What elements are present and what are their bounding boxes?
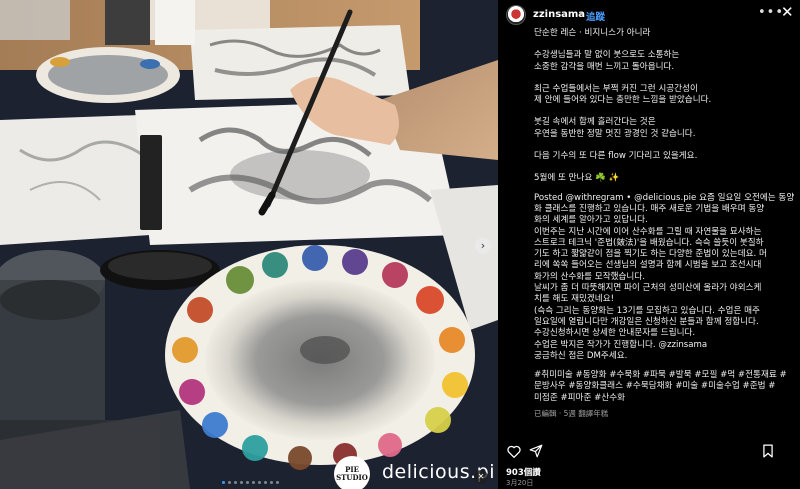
post-header: zzinsama • 追蹤 ••• ✕ bbox=[498, 0, 800, 30]
hashtag-line: 미점준 #피마준 #산수화 bbox=[534, 392, 626, 403]
watermark-logo: PIE STUDIO bbox=[334, 456, 370, 489]
description-line: (슥슥 그리는 동양화는 13기를 모집하고 있습니다. 수업은 매주 bbox=[534, 305, 760, 316]
carousel-dot bbox=[264, 481, 267, 484]
caption-line: 최근 수업들에서는 부쩍 커진 그런 시공간성이 bbox=[534, 83, 698, 94]
caption-line: 5월에 또 만나요 ☘️ ✨ bbox=[534, 173, 620, 184]
hashtags[interactable]: #취미미술 #동양화 #수묵화 #파묵 #발묵 #모필 #먹 #전통재료 # 문방… bbox=[534, 370, 796, 404]
post-meta: 已編輯 · 5週 翻譯年糕 bbox=[534, 409, 609, 419]
post-media[interactable]: › PIE STUDIO delicious.pi ✕ bbox=[0, 0, 498, 489]
caption-line bbox=[534, 39, 796, 50]
description-line: 기도 하고 짧얇같이 점을 찍기도 하는 다양한 준법이 있는데요. 머 bbox=[534, 249, 767, 260]
description-line: Posted @withregram • @delicious.pie 요즘 일… bbox=[534, 192, 795, 203]
heart-icon[interactable] bbox=[506, 443, 522, 459]
description-line: 화의 세계를 알아가고 있답니다. bbox=[534, 215, 648, 226]
avatar[interactable] bbox=[506, 5, 526, 25]
description-line: 화 클래스를 진행하고 있습니다. 매주 새로운 기법을 배우며 동양 bbox=[534, 203, 765, 214]
carousel-dot bbox=[246, 481, 249, 484]
description-line: 날씨가 좀 더 따뜻해지면 파이 근처의 성미산에 올라가 야외스케 bbox=[534, 283, 762, 294]
caption-line: 다음 기수의 또 다른 flow 기다리고 있을게요. bbox=[534, 151, 698, 162]
caption-line: 소중한 감각을 매번 느끼고 돌아옵니다. bbox=[534, 61, 675, 72]
description-block: Posted @withregram • @delicious.pie 요즘 일… bbox=[534, 193, 796, 362]
caption-line: 단순한 레슨 · 비지니스가 아니라 bbox=[534, 28, 651, 38]
bookmark-icon[interactable] bbox=[760, 443, 776, 459]
description-line: 리에 쏙쏙 들어오는 선생님의 설명과 함께 시범을 보고 조선시대 bbox=[534, 260, 762, 271]
action-bar bbox=[498, 440, 800, 462]
hashtag-line: #취미미술 #동양화 #수묵화 #파묵 #발묵 #모필 #먹 #전통재료 # bbox=[534, 370, 787, 381]
carousel-indicator bbox=[222, 481, 279, 484]
description-line: 수강신청하시면 상세한 안내문자를 드립니다. bbox=[534, 328, 696, 339]
carousel-dot bbox=[276, 481, 279, 484]
caption-line: 수강생님들과 말 없이 붓으로도 소통하는 bbox=[534, 50, 680, 61]
description-line: 수업은 박지은 작가가 진행합니다. @zzinsama bbox=[534, 339, 708, 350]
carousel-dot bbox=[252, 481, 255, 484]
post-date: 3月20日 bbox=[506, 479, 534, 487]
hashtag-line: 문방사우 #동양화클래스 #수묵담채화 #미술 #미술수업 #준법 # bbox=[534, 381, 776, 392]
next-image-button[interactable]: › bbox=[475, 238, 491, 254]
caption-line: 우연을 동반한 정말 멋진 광경인 것 같습니다. bbox=[534, 128, 696, 139]
caption-block: 단순한 레슨 · 비지니스가 아니라수강생님들과 말 없이 붓으로도 소통하는 소… bbox=[534, 28, 796, 185]
close-icon[interactable]: ✕ bbox=[781, 3, 794, 21]
like-count[interactable]: 903個讚 bbox=[506, 466, 541, 478]
description-line: 스트로크 테크닉 '준법(皴法)'을 배웠습니다. 슥슥 쓸듯이 붓질하 bbox=[534, 237, 764, 248]
chevron-right-icon: › bbox=[480, 239, 486, 252]
carousel-dot bbox=[222, 481, 225, 484]
caption-line bbox=[534, 140, 796, 151]
description-line: 이번주는 지난 시간에 이어 산수화를 그릴 때 자연물을 묘사하는 bbox=[534, 226, 762, 237]
separator-dot: • bbox=[578, 9, 584, 20]
send-icon[interactable] bbox=[528, 443, 544, 459]
description-line: 일요일에 열립니다만 개강일은 신청하신 분들과 함께 정합니다. bbox=[534, 316, 759, 327]
post-caption: 단순한 레슨 · 비지니스가 아니라수강생님들과 말 없이 붓으로도 소통하는 소… bbox=[534, 28, 796, 419]
caption-line bbox=[534, 73, 796, 84]
caption-line: 제 안에 들어와 있다는 충만한 느낌을 받았습니다. bbox=[534, 95, 712, 106]
description-line: 궁금하신 점은 DM주세요. bbox=[534, 350, 628, 361]
carousel-dot bbox=[258, 481, 261, 484]
caption-line: 붓길 속에서 함께 흘러간다는 것은 bbox=[534, 117, 656, 128]
carousel-dot bbox=[240, 481, 243, 484]
carousel-dot bbox=[234, 481, 237, 484]
description-line: 치를 해도 재밌겠네요! bbox=[534, 294, 615, 305]
post-panel: zzinsama • 追蹤 ••• ✕ 단순한 레슨 · 비지니스가 아니라수강… bbox=[498, 0, 800, 489]
speaker-off-icon[interactable]: ✕ bbox=[474, 470, 488, 484]
caption-line bbox=[534, 106, 796, 117]
description-line: 화가의 산수화를 모작했습니다. bbox=[534, 271, 645, 282]
carousel-dot bbox=[228, 481, 231, 484]
caption-line bbox=[534, 162, 796, 173]
carousel-dot bbox=[270, 481, 273, 484]
painting-class-photo bbox=[0, 0, 498, 489]
follow-button[interactable]: 追蹤 bbox=[586, 9, 605, 23]
